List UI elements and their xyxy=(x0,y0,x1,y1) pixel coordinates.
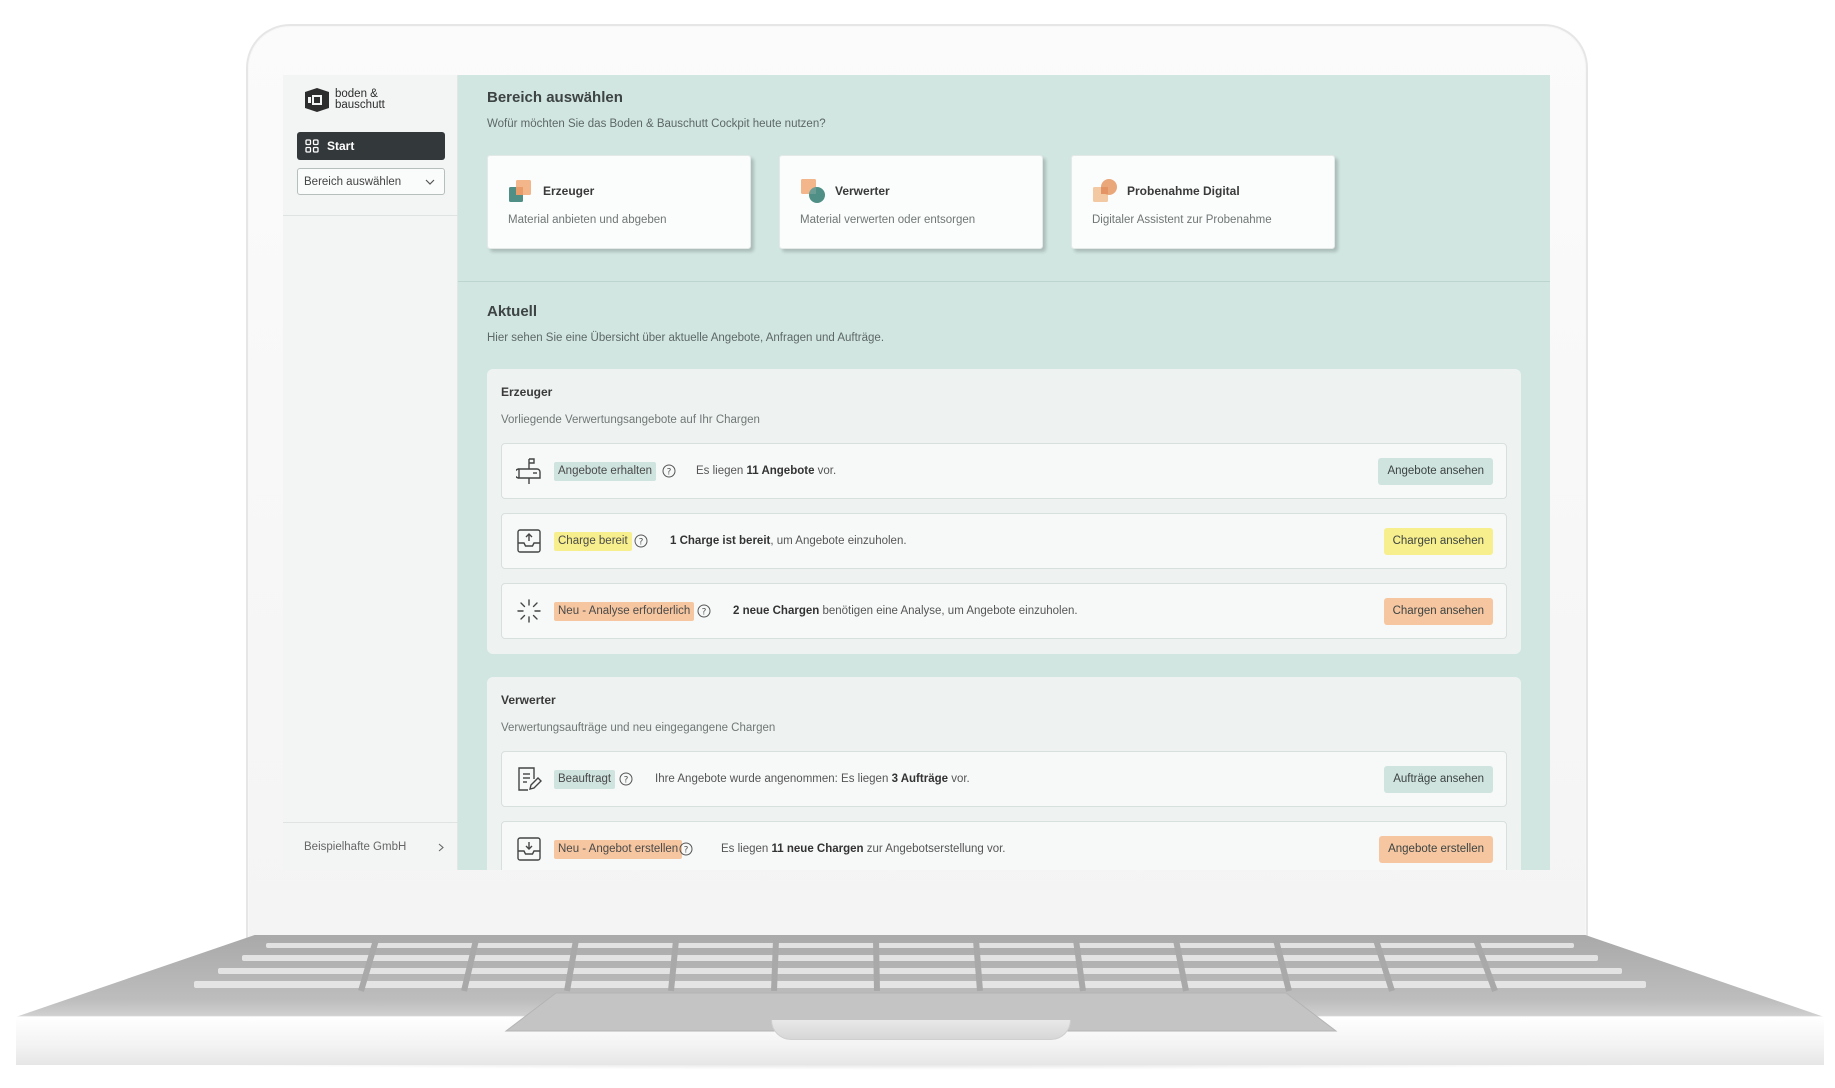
help-icon[interactable]: ? xyxy=(679,842,693,856)
status-row-create-offer: Neu - Angebot erstellen ? Es liegen 11 n… xyxy=(501,821,1507,870)
status-text-post: vor. xyxy=(814,465,837,477)
status-text-pre: Es liegen xyxy=(721,843,772,855)
upload-tray-icon xyxy=(517,529,541,553)
panel-title: Verwerter xyxy=(501,693,556,707)
status-row-batch-ready: Charge bereit ? 1 Charge ist bereit, um … xyxy=(501,513,1507,569)
status-badge: Angebote erhalten xyxy=(554,462,656,481)
panel-subtitle: Vorliegende Verwertungsangebote auf Ihr … xyxy=(501,414,760,426)
create-offers-button[interactable]: Angebote erstellen xyxy=(1379,836,1493,863)
main-content: Bereich auswählen Wofür möchten Sie das … xyxy=(458,75,1550,870)
area-card-title: Verwerter xyxy=(835,184,890,198)
status-row-analysis-required: Neu - Analyse erforderlich ? 2 neue Char… xyxy=(501,583,1507,639)
laptop-notch xyxy=(771,1020,1071,1040)
status-text: Ihre Angebote wurde angenommen: Es liege… xyxy=(655,773,970,785)
area-select[interactable]: Bereich auswählen xyxy=(297,168,445,195)
download-tray-icon xyxy=(517,837,541,861)
brand-logo-icon xyxy=(305,88,329,112)
sidebar-divider xyxy=(283,215,458,216)
recycler-panel: Verwerter Verwertungsaufträge und neu ei… xyxy=(487,677,1521,870)
chevron-down-icon xyxy=(425,179,435,185)
help-icon[interactable]: ? xyxy=(634,534,648,548)
panel-title: Erzeuger xyxy=(501,385,553,399)
status-text-highlight: 1 Charge ist bereit xyxy=(670,535,771,547)
status-text-post: zur Angebotserstellung vor. xyxy=(863,843,1006,855)
contract-edit-icon xyxy=(518,767,542,791)
status-text-post: vor. xyxy=(948,773,970,785)
current-title: Aktuell xyxy=(487,303,538,320)
sidebar-divider xyxy=(283,822,458,823)
status-badge: Neu - Angebot erstellen xyxy=(554,840,683,859)
status-row-commissioned: Beauftragt ? Ihre Angebote wurde angenom… xyxy=(501,751,1507,807)
area-select-value: Bereich auswählen xyxy=(304,175,402,188)
area-card-sampling[interactable]: Probenahme Digital Digitaler Assistent z… xyxy=(1071,155,1335,249)
status-text-post: , um Angebote einzuholen. xyxy=(770,535,907,547)
help-icon[interactable]: ? xyxy=(619,772,633,786)
panel-subtitle: Verwertungsaufträge und neu eingegangene… xyxy=(501,722,776,734)
svg-text:?: ? xyxy=(624,775,629,785)
area-card-description: Material anbieten und abgeben xyxy=(508,214,667,226)
section-select-title: Bereich auswählen xyxy=(487,89,623,106)
status-text-post: benötigen eine Analyse, um Angebote einz… xyxy=(819,605,1078,617)
svg-text:?: ? xyxy=(684,845,689,855)
producer-icon xyxy=(509,180,531,202)
current-subtitle: Hier sehen Sie eine Übersicht über aktue… xyxy=(487,332,885,344)
view-orders-button[interactable]: Aufträge ansehen xyxy=(1384,766,1493,793)
status-text-highlight: 11 Angebote xyxy=(746,465,815,477)
brand-logo-line2: bauschutt xyxy=(335,99,385,111)
chevron-right-icon xyxy=(438,843,444,851)
status-badge: Charge bereit xyxy=(554,532,632,551)
view-batches-button[interactable]: Chargen ansehen xyxy=(1383,528,1493,555)
area-card-producer[interactable]: Erzeuger Material anbieten und abgeben xyxy=(487,155,751,249)
company-switcher[interactable]: Beispielhafte GmbH xyxy=(304,841,444,853)
status-row-offers-received: Angebote erhalten ? Es liegen 11 Angebot… xyxy=(501,443,1507,499)
area-card-description: Material verwerten oder entsorgen xyxy=(800,214,976,226)
section-divider xyxy=(458,281,1550,282)
svg-text:?: ? xyxy=(667,467,672,477)
svg-text:?: ? xyxy=(639,537,644,547)
help-icon[interactable]: ? xyxy=(697,604,711,618)
status-text: Es liegen 11 Angebote vor. xyxy=(696,465,836,477)
area-card-description: Digitaler Assistent zur Probenahme xyxy=(1092,214,1272,226)
status-text-pre: Ihre Angebote wurde angenommen: Es liege… xyxy=(655,773,892,785)
producer-panel: Erzeuger Vorliegende Verwertungsangebote… xyxy=(487,369,1521,654)
recycler-icon xyxy=(801,179,825,203)
grid-icon xyxy=(305,139,319,153)
status-badge: Neu - Analyse erforderlich xyxy=(554,602,695,621)
brand-logo[interactable]: boden & bauschutt xyxy=(304,87,385,113)
area-card-recycler[interactable]: Verwerter Material verwerten oder entsor… xyxy=(779,155,1043,249)
status-text-highlight: 2 neue Chargen xyxy=(733,605,820,617)
status-text-pre: Es liegen xyxy=(696,465,747,477)
mailbox-icon xyxy=(516,458,541,484)
company-name: Beispielhafte GmbH xyxy=(304,841,407,853)
area-card-title: Probenahme Digital xyxy=(1127,184,1240,198)
brand-logo-text: boden & bauschutt xyxy=(335,88,385,111)
status-badge: Beauftragt xyxy=(554,770,616,789)
sidebar: boden & bauschutt Start Bereich auswähle… xyxy=(283,75,458,870)
status-text: 2 neue Chargen benötigen eine Analyse, u… xyxy=(733,605,1078,617)
status-text: Es liegen 11 neue Chargen zur Angebotser… xyxy=(721,843,1005,855)
loading-icon xyxy=(517,599,541,623)
help-icon[interactable]: ? xyxy=(662,464,676,478)
area-card-title: Erzeuger xyxy=(543,184,595,198)
status-text-highlight: 3 Aufträge xyxy=(891,773,949,785)
status-text: 1 Charge ist bereit, um Angebote einzuho… xyxy=(670,535,907,547)
start-button-label: Start xyxy=(327,139,355,153)
view-batches-button[interactable]: Chargen ansehen xyxy=(1383,598,1493,625)
svg-text:?: ? xyxy=(702,607,707,617)
view-offers-button[interactable]: Angebote ansehen xyxy=(1378,458,1493,485)
status-text-highlight: 11 neue Chargen xyxy=(771,843,864,855)
section-select-subtitle: Wofür möchten Sie das Boden & Bauschutt … xyxy=(487,118,826,130)
start-button[interactable]: Start xyxy=(297,132,445,160)
sampling-icon xyxy=(1093,179,1117,202)
app-screen: boden & bauschutt Start Bereich auswähle… xyxy=(283,75,1550,870)
